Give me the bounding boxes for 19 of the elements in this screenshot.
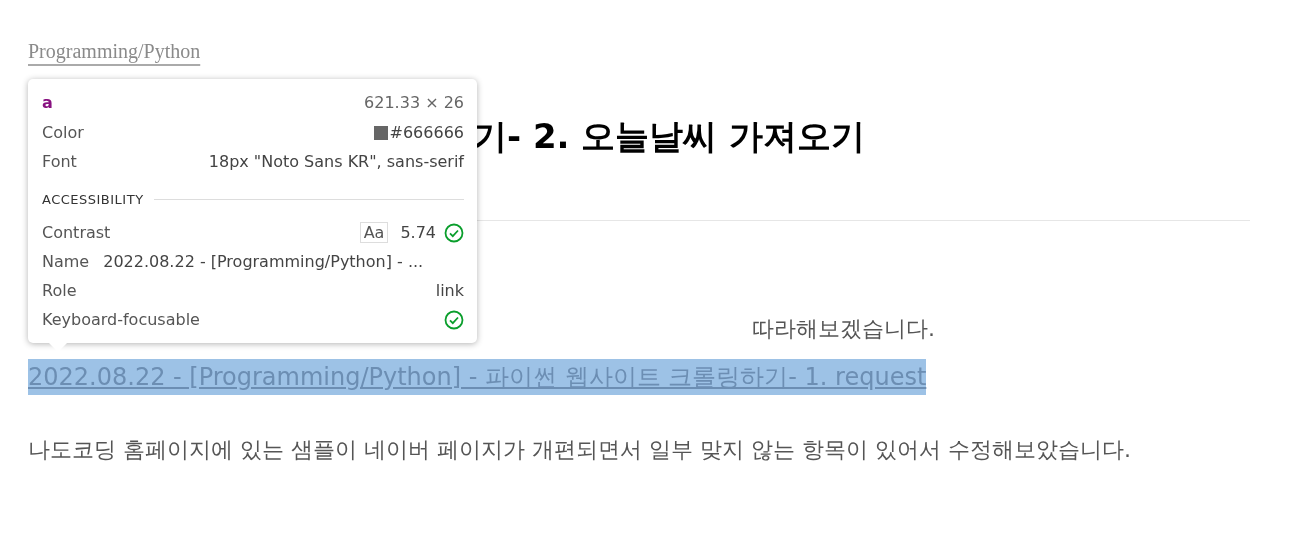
intro-text: 따라해보겠습니다. [752, 315, 936, 343]
property-value: link [435, 281, 464, 300]
property-value: #666666 [389, 123, 464, 142]
property-label: Contrast [42, 223, 111, 242]
element-tag: a [42, 92, 53, 112]
post-title: 기- 2. 오늘날씨 가져오기 [473, 115, 867, 158]
property-value: 18px "Noto Sans KR", sans-serif [208, 152, 464, 171]
property-label: Keyboard-focusable [42, 310, 200, 329]
category-link[interactable]: Programming/Python [28, 40, 201, 62]
property-label: Font [42, 152, 77, 171]
paragraph-text: 나도코딩 홈페이지에 있는 샘플이 네이버 페이지가 개편되면서 일부 맞지 않는 항목이 있어서 수정해보았습니다. [28, 436, 1132, 464]
property-label: Color [42, 123, 84, 142]
property-label: Role [42, 281, 77, 300]
section-heading: ACCESSIBILITY [42, 191, 144, 207]
contrast-sample: Aa [359, 222, 389, 243]
property-label: Name [42, 252, 90, 271]
property-value: 5.74 [400, 223, 436, 242]
element-size: 621.33 × 26 [364, 92, 464, 112]
property-value: 2022.08.22 - [Programming/Python] - ... [103, 252, 425, 271]
